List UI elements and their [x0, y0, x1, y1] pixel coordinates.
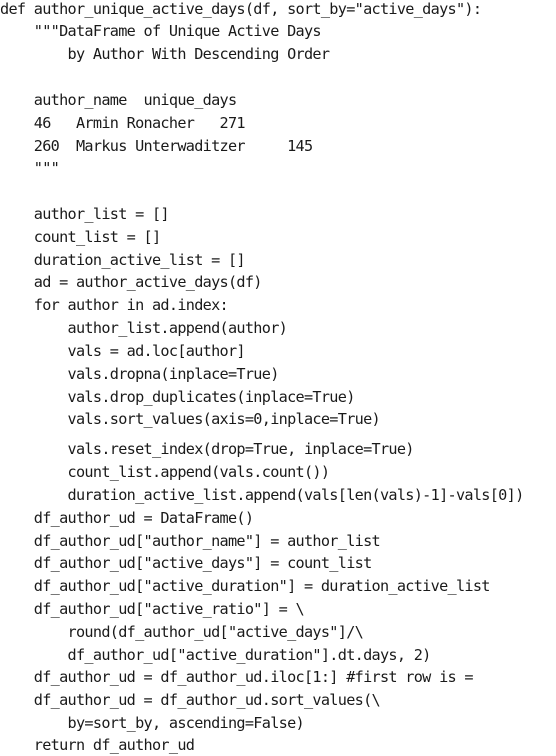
code-line-11: count_list = []	[0, 228, 161, 246]
code-line-10: author_list = []	[0, 205, 170, 223]
code-line-8: """	[0, 159, 60, 177]
code-line-26: df_author_ud["active_duration"] = durati…	[0, 577, 491, 595]
code-line-13: ad = author_active_days(df)	[0, 273, 263, 291]
code-listing: def author_unique_active_days(df, sort_b…	[0, 0, 556, 755]
code-line-23: df_author_ud = DataFrame()	[0, 509, 254, 527]
code-line-3: by Author With Descending Order	[0, 45, 330, 63]
code-line-2: """DataFrame of Unique Active Days	[0, 22, 322, 40]
code-line-5: author_name unique_days	[0, 91, 237, 109]
code-line-16: vals = ad.loc[author]	[0, 342, 246, 360]
code-line-7: 260 Markus Unterwaditzer 145	[0, 137, 313, 155]
code-line-21: count_list.append(vals.count())	[0, 463, 330, 481]
code-line-32: by=sort_by, ascending=False)	[0, 714, 305, 732]
code-line-20: vals.reset_index(drop=True, inplace=True…	[0, 440, 415, 458]
code-line-27: df_author_ud["active_ratio"] = \	[0, 600, 305, 618]
code-line-28: round(df_author_ud["active_days"]/\	[0, 623, 364, 641]
code-line-22: duration_active_list.append(vals[len(val…	[0, 486, 525, 504]
code-line-30: df_author_ud = df_author_ud.iloc[1:] #fi…	[0, 668, 474, 686]
code-line-17: vals.dropna(inplace=True)	[0, 365, 280, 383]
code-line-19: vals.sort_values(axis=0,inplace=True)	[0, 410, 381, 428]
code-line-12: duration_active_list = []	[0, 251, 246, 269]
code-line-18: vals.drop_duplicates(inplace=True)	[0, 388, 356, 406]
code-line-33: return df_author_ud	[0, 736, 195, 754]
code-line-31: df_author_ud = df_author_ud.sort_values(…	[0, 691, 381, 709]
code-line-29: df_author_ud["active_duration"].dt.days,…	[0, 646, 432, 664]
code-line-25: df_author_ud["active_days"] = count_list	[0, 554, 372, 572]
code-line-14: for author in ad.index:	[0, 296, 229, 314]
code-line-1: def author_unique_active_days(df, sort_b…	[0, 0, 482, 18]
code-line-6: 46 Armin Ronacher 271	[0, 114, 246, 132]
code-line-15: author_list.append(author)	[0, 319, 288, 337]
code-line-24: df_author_ud["author_name"] = author_lis…	[0, 532, 381, 550]
